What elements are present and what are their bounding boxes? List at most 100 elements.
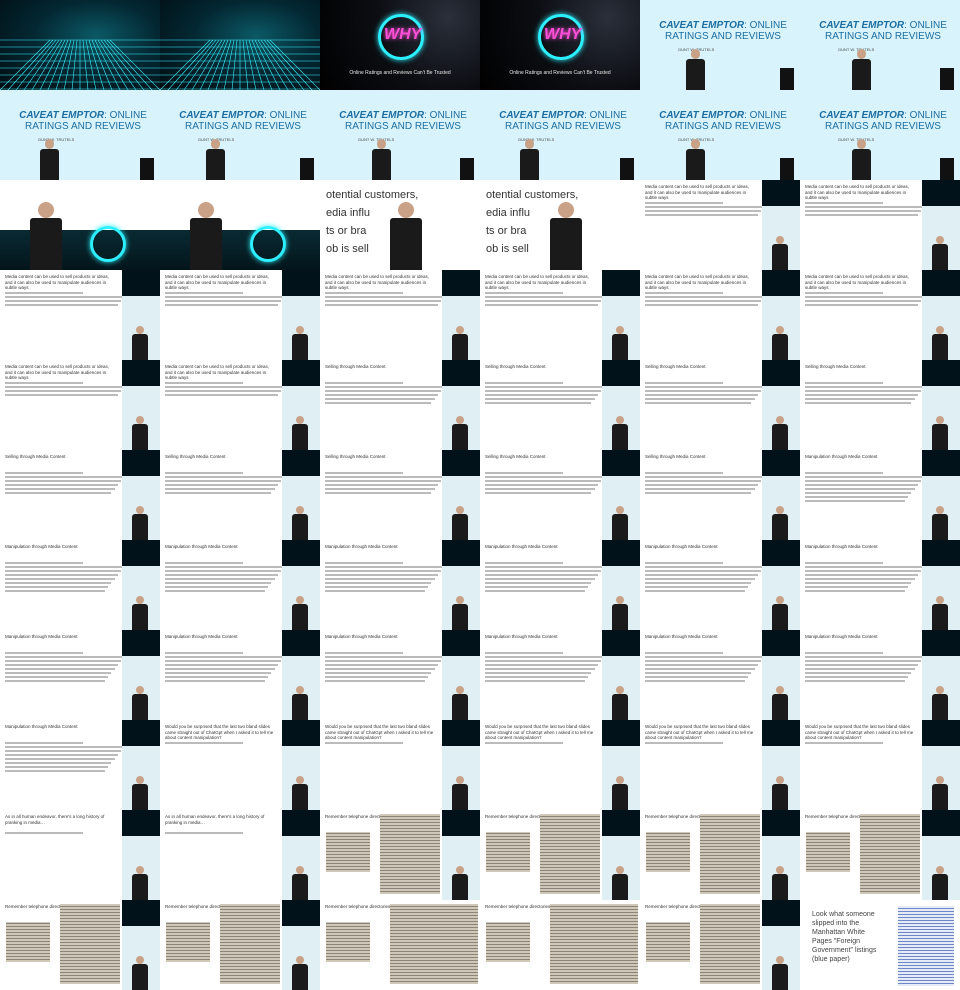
bullet-line	[645, 488, 755, 490]
speaker-head	[616, 506, 624, 514]
thumbnail-look: Look what someone slipped into the Manha…	[800, 900, 960, 990]
thumbnail-media: Media content can be used to sell produc…	[160, 270, 320, 360]
bullet-line	[5, 582, 112, 584]
slide-panel: Selling through Media Content	[0, 450, 125, 540]
phone-book-image	[646, 832, 690, 872]
bullet-line	[325, 562, 404, 564]
bullet-line	[325, 672, 432, 674]
bullet-line	[645, 660, 762, 662]
speaker-body	[772, 694, 788, 720]
bullet-line	[805, 574, 919, 576]
slide-heading: Media content can be used to sell produc…	[805, 274, 910, 290]
slide-panel: Selling through Media Content	[320, 360, 445, 450]
bullet-line	[165, 296, 285, 298]
thumbnail-phone: Remember telephone directories?	[800, 810, 960, 900]
speaker-head	[936, 686, 944, 694]
slide-panel: Remember telephone directories?	[800, 810, 922, 900]
bullet-line	[325, 382, 404, 384]
thumbnail-speaker	[160, 180, 320, 270]
speaker-inset	[122, 296, 160, 360]
speaker-head	[376, 139, 387, 149]
speaker-body	[852, 148, 872, 180]
bullet-line	[485, 664, 599, 666]
slide-panel: Media content can be used to sell produc…	[480, 270, 605, 360]
phone-book-image	[806, 832, 850, 872]
title-italic: CAVEAT EMPTOR	[659, 20, 745, 31]
speaker-head	[210, 139, 221, 149]
bullet-line	[485, 398, 595, 400]
speaker-inset	[602, 746, 640, 810]
speaker-body	[772, 604, 788, 630]
speaker-body	[40, 148, 60, 180]
slide-panel: Would you be surprised that the last two…	[800, 720, 922, 810]
bullet-line	[805, 676, 909, 678]
bullet-line	[5, 492, 112, 494]
bullet-line	[805, 500, 905, 502]
speaker-head	[456, 416, 464, 424]
podium	[140, 158, 154, 180]
thumbnail-pranking: As in all human endeavor, there's a long…	[160, 810, 320, 900]
slide-panel: Manipulation through Media Content	[160, 630, 285, 720]
thumbnail-phone: Remember telephone directories?	[320, 810, 480, 900]
thumbnail-title: CAVEAT EMPTOR: ONLINE RATINGS AND REVIEW…	[640, 0, 800, 90]
slide-panel: Would you be surprised that the last two…	[640, 720, 762, 810]
bullet-line	[485, 472, 564, 474]
bullet-line	[805, 382, 884, 384]
slide-heading: Media content can be used to sell produc…	[645, 184, 750, 200]
bullet-line	[325, 386, 445, 388]
slide-bullets	[645, 200, 765, 218]
slide-panel: Manipulation through Media Content	[640, 630, 765, 720]
bullet-line	[485, 296, 605, 298]
slide-bullets	[165, 650, 285, 684]
slide-title: CAVEAT EMPTOR: ONLINE RATINGS AND REVIEW…	[818, 20, 948, 42]
speaker-inset	[762, 476, 800, 540]
bullet-line	[5, 586, 109, 588]
speaker-body	[932, 514, 948, 540]
thumbnail-surprised: Would you be surprised that the last two…	[320, 720, 480, 810]
slide-bullets	[325, 560, 445, 594]
bullet-line	[645, 590, 745, 592]
thumbnail-media: Media content can be used to sell produc…	[480, 270, 640, 360]
slide-heading: As in all human endeavor, there's a long…	[165, 814, 265, 825]
speaker-inset	[442, 476, 480, 540]
speaker-head	[296, 956, 304, 964]
bullet-line	[325, 676, 429, 678]
thumbnail-media: Media content can be used to sell produc…	[0, 360, 160, 450]
bullet-line	[485, 488, 595, 490]
slide-panel: Manipulation through Media Content	[0, 720, 125, 810]
slide-panel: Would you be surprised that the last two…	[320, 720, 442, 810]
slide-subtitle: GUNT W. TRUTELS	[358, 137, 395, 142]
speaker-head	[776, 326, 784, 334]
slide-panel: Media content can be used to sell produc…	[0, 270, 125, 360]
bullet-line	[165, 300, 282, 302]
bullet-line	[165, 484, 279, 486]
thumbnail-manip: Manipulation through Media Content	[800, 450, 960, 540]
thumbnail-manip: Manipulation through Media Content	[640, 630, 800, 720]
thumbnail-media: Media content can be used to sell produc…	[640, 270, 800, 360]
bullet-line	[805, 590, 905, 592]
speaker-head	[776, 776, 784, 784]
bullet-line	[485, 742, 564, 744]
phone-book-image	[326, 922, 370, 962]
bullet-line	[165, 672, 272, 674]
phone-listing-image	[390, 904, 478, 984]
speaker-body	[132, 694, 148, 720]
bullet-line	[5, 668, 115, 670]
bullet-line	[5, 570, 122, 572]
speaker-head	[616, 596, 624, 604]
phone-book-image	[486, 922, 530, 962]
thumbnail-title: CAVEAT EMPTOR: ONLINE RATINGS AND REVIEW…	[800, 0, 960, 90]
slide-heading: Manipulation through Media Content	[805, 634, 878, 639]
thumbnail-manip: Manipulation through Media Content	[480, 630, 640, 720]
bullet-line	[805, 386, 925, 388]
intro-caption: Online Ratings and Reviews Can't Be Trus…	[509, 70, 611, 76]
speaker-inset	[442, 296, 480, 360]
bullet-line	[5, 750, 122, 752]
thumbnail-surprised: Would you be surprised that the last two…	[480, 720, 640, 810]
speaker-body	[772, 964, 788, 990]
bullet-line	[805, 652, 884, 654]
slide-bullets	[5, 290, 125, 308]
slide-bullets	[485, 290, 605, 308]
speaker-inset	[442, 566, 480, 630]
speaker-body	[292, 514, 308, 540]
